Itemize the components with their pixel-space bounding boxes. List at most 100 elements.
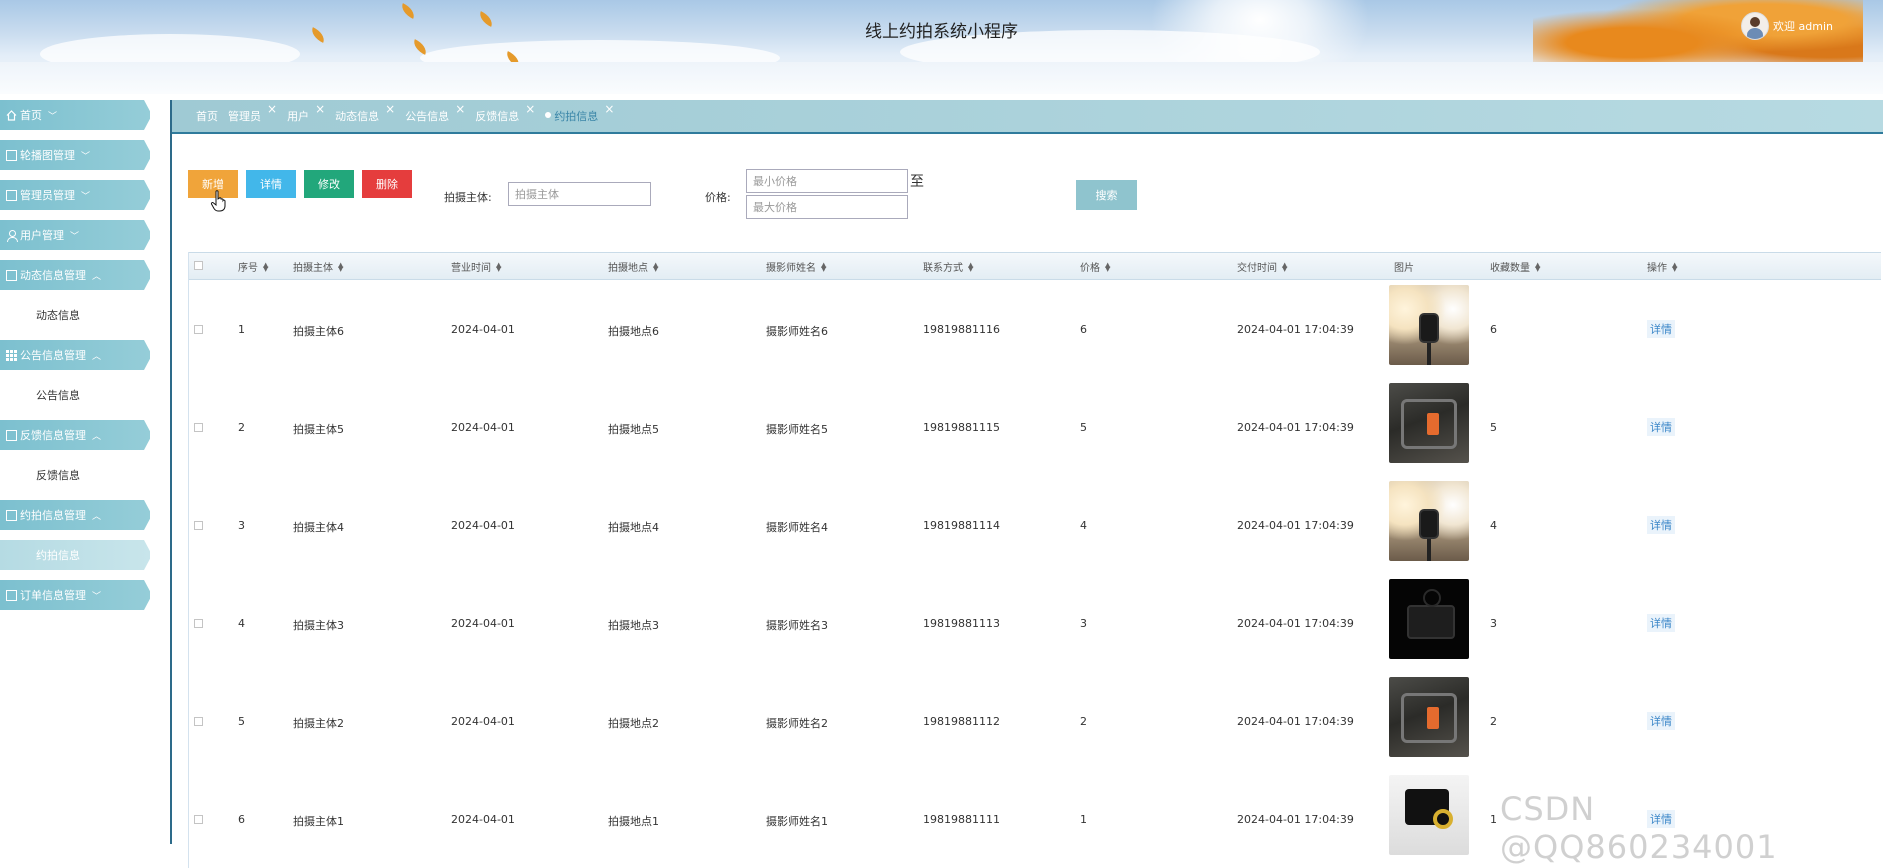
tab-admin[interactable]: 管理员 × xyxy=(228,102,277,124)
dark-camera-photo[interactable] xyxy=(1389,579,1469,659)
row-detail-link[interactable]: 详情 xyxy=(1647,516,1675,534)
cell-photographer: 摄影师姓名1 xyxy=(766,815,828,828)
sidebar-item-orders[interactable]: 订单信息管理 ﹀ xyxy=(0,580,150,610)
sidebar-item-carousel[interactable]: 轮播图管理 ﹀ xyxy=(0,140,150,170)
close-icon[interactable]: × xyxy=(604,102,614,116)
cell-subject: 拍摄主体4 xyxy=(293,521,344,534)
sort-icon[interactable]: ▲ ▼ xyxy=(496,261,501,272)
gift-icon xyxy=(6,429,17,441)
close-icon[interactable]: × xyxy=(267,102,277,116)
close-icon[interactable]: × xyxy=(315,102,325,116)
sidebar-subitem-notice[interactable]: 公告信息 xyxy=(0,380,160,410)
row-detail-link[interactable]: 详情 xyxy=(1647,418,1675,436)
tab-news[interactable]: 动态信息 × xyxy=(335,102,395,124)
header-cell[interactable]: 营业时间 ▲ ▼ xyxy=(451,259,501,274)
subject-search-input[interactable]: 拍摄主体 xyxy=(508,182,651,206)
row-checkbox[interactable] xyxy=(194,521,203,530)
studio-photo[interactable] xyxy=(1389,285,1469,365)
sidebar-subitem-news[interactable]: 动态信息 xyxy=(0,300,160,330)
welcome-text: 欢迎 admin xyxy=(1773,20,1833,33)
row-detail-link[interactable]: 详情 xyxy=(1647,320,1675,338)
tab-label: 首页 xyxy=(196,110,218,123)
row-detail-link[interactable]: 详情 xyxy=(1647,712,1675,730)
edit-button[interactable]: 修改 xyxy=(304,170,354,198)
header-cell[interactable]: 拍摄地点 ▲ ▼ xyxy=(608,259,658,274)
sort-icon[interactable]: ▲ ▼ xyxy=(968,261,973,272)
main-content: 首页 管理员 × 用户 × 动态信息 × 公告信息 × 反馈信息 × 约拍信息 × 新增 详… xyxy=(170,100,1883,868)
header-cell[interactable]: 摄影师姓名 ▲ ▼ xyxy=(766,259,826,274)
search-button[interactable]: 搜索 xyxy=(1076,180,1137,210)
header-cell[interactable]: 收藏数量 ▲ ▼ xyxy=(1490,259,1540,274)
header-cell[interactable]: 拍摄主体 ▲ ▼ xyxy=(293,259,343,274)
cell-hours: 2024-04-01 xyxy=(451,519,515,532)
table-row[interactable]: 2 拍摄主体5 2024-04-01 拍摄地点5 摄影师姓名5 19819881… xyxy=(189,378,1881,476)
gift-icon xyxy=(6,509,17,521)
table-row[interactable]: 5 拍摄主体2 2024-04-01 拍摄地点2 摄影师姓名2 19819881… xyxy=(189,672,1881,770)
header-band xyxy=(0,62,1883,94)
sidebar-item-home[interactable]: 首页 ﹀ xyxy=(0,100,150,130)
cell-location: 拍摄地点3 xyxy=(608,619,659,632)
row-checkbox[interactable] xyxy=(194,717,203,726)
tab-home[interactable]: 首页 xyxy=(196,108,218,124)
sort-icon[interactable]: ▲ ▼ xyxy=(821,261,826,272)
table-row[interactable]: 1 拍摄主体6 2024-04-01 拍摄地点6 摄影师姓名6 19819881… xyxy=(189,280,1881,378)
camera-rig-photo[interactable] xyxy=(1389,775,1469,855)
sort-icon[interactable]: ▲ ▼ xyxy=(1282,261,1287,272)
chevron-up-icon: ︿ xyxy=(92,351,102,362)
sort-icon[interactable]: ▲ ▼ xyxy=(653,261,658,272)
studio-photo[interactable] xyxy=(1389,481,1469,561)
gear-photo[interactable] xyxy=(1389,677,1469,757)
sort-icon[interactable]: ▲ ▼ xyxy=(1105,261,1110,272)
sort-icon[interactable]: ▲ ▼ xyxy=(1535,261,1540,272)
tab-feedback[interactable]: 反馈信息 × xyxy=(475,102,535,124)
min-price-input[interactable]: 最小价格 xyxy=(746,169,908,193)
cell-photographer: 摄影师姓名3 xyxy=(766,619,828,632)
sidebar-item-users[interactable]: 用户管理 ﹀ xyxy=(0,220,150,250)
row-detail-link[interactable]: 详情 xyxy=(1647,614,1675,632)
header-cell[interactable]: 交付时间 ▲ ▼ xyxy=(1237,259,1287,274)
cell-subject: 拍摄主体5 xyxy=(293,423,344,436)
tab-users[interactable]: 用户 × xyxy=(287,102,325,124)
header-cell[interactable]: 序号 ▲ ▼ xyxy=(238,259,268,274)
header-cell[interactable]: 价格 ▲ ▼ xyxy=(1080,259,1110,274)
sidebar: 首页 ﹀ 轮播图管理 ﹀ 管理员管理 ﹀ 用户管理 ﹀ 动态信息管理 ︿ 动态信… xyxy=(0,100,160,620)
row-checkbox[interactable] xyxy=(194,423,203,432)
detail-button[interactable]: 详情 xyxy=(246,170,296,198)
table-row[interactable]: 3 拍摄主体4 2024-04-01 拍摄地点4 摄影师姓名4 19819881… xyxy=(189,476,1881,574)
sidebar-subitem-appointments[interactable]: 约拍信息 xyxy=(0,540,150,570)
table-row[interactable]: 4 拍摄主体3 2024-04-01 拍摄地点3 摄影师姓名3 19819881… xyxy=(189,574,1881,672)
row-checkbox[interactable] xyxy=(194,815,203,824)
avatar[interactable] xyxy=(1741,12,1770,40)
sidebar-item-news[interactable]: 动态信息管理 ︿ xyxy=(0,260,150,290)
delete-button[interactable]: 删除 xyxy=(362,170,412,198)
sidebar-item-notice[interactable]: 公告信息管理 ︿ xyxy=(0,340,150,370)
home-icon xyxy=(6,109,17,121)
grid-icon xyxy=(6,349,17,361)
header-cell[interactable]: 操作 ▲ ▼ xyxy=(1647,259,1677,274)
header-cell[interactable]: 联系方式 ▲ ▼ xyxy=(923,259,973,274)
tab-label: 约拍信息 xyxy=(554,110,599,123)
sort-icon[interactable]: ▲ ▼ xyxy=(1672,261,1677,272)
header-label: 操作 xyxy=(1647,263,1667,274)
select-all-checkbox[interactable] xyxy=(194,261,203,270)
row-checkbox[interactable] xyxy=(194,619,203,628)
tab-notice[interactable]: 公告信息 × xyxy=(405,102,465,124)
user-area[interactable]: 欢迎 admin xyxy=(1741,12,1833,40)
close-icon[interactable]: × xyxy=(385,102,395,116)
cell-delivery: 2024-04-01 17:04:39 xyxy=(1237,519,1354,532)
tab-appointments[interactable]: 约拍信息 × xyxy=(545,102,614,124)
sort-icon[interactable]: ▲ ▼ xyxy=(338,261,343,272)
row-checkbox[interactable] xyxy=(194,325,203,334)
gear-photo[interactable] xyxy=(1389,383,1469,463)
close-icon[interactable]: × xyxy=(455,102,465,116)
sidebar-item-appointments[interactable]: 约拍信息管理 ︿ xyxy=(0,500,150,530)
sort-icon[interactable]: ▲ ▼ xyxy=(263,261,268,272)
sidebar-item-label: 订单信息管理 xyxy=(20,589,86,602)
sidebar-subitem-feedback[interactable]: 反馈信息 xyxy=(0,460,160,490)
cell-favorites: 6 xyxy=(1490,323,1497,336)
cell-hours: 2024-04-01 xyxy=(451,813,515,826)
close-icon[interactable]: × xyxy=(525,102,535,116)
sidebar-item-admin[interactable]: 管理员管理 ﹀ xyxy=(0,180,150,210)
sidebar-item-feedback[interactable]: 反馈信息管理 ︿ xyxy=(0,420,150,450)
max-price-input[interactable]: 最大价格 xyxy=(746,195,908,219)
